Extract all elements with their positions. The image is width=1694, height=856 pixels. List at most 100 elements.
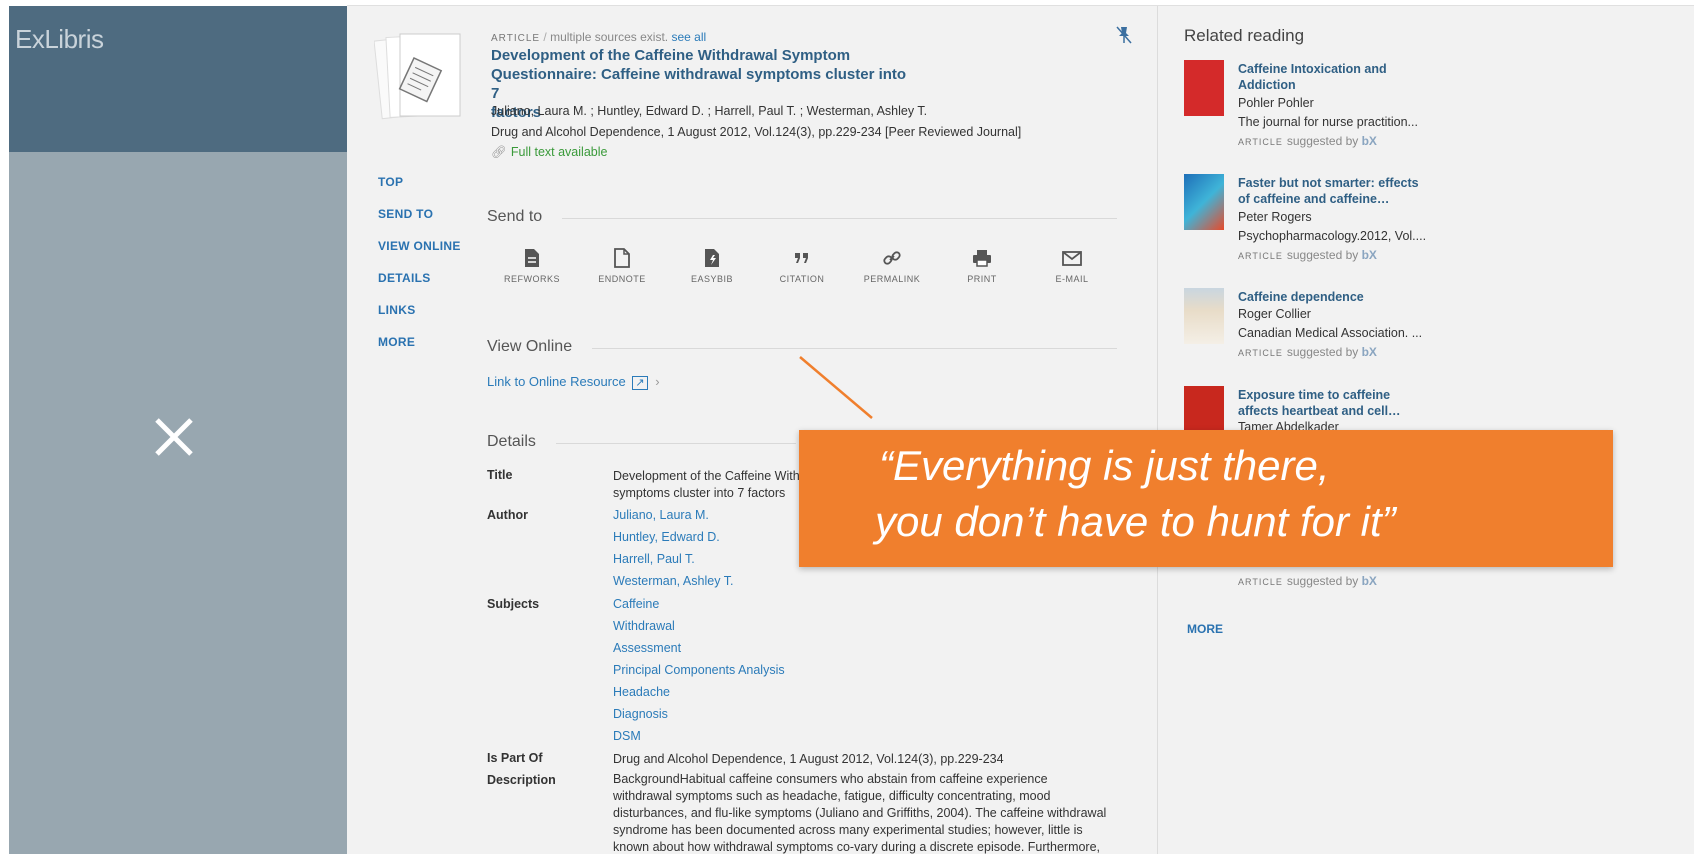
- subject-link[interactable]: Headache: [613, 685, 670, 699]
- related-title-line: Caffeine Intoxication and: [1238, 62, 1387, 76]
- subjects-label: Subjects: [487, 597, 540, 611]
- online-resource-link[interactable]: Link to Online Resource ↗ ›: [487, 374, 660, 390]
- description-line: BackgroundHabitual caffeine consumers wh…: [613, 772, 1048, 786]
- author-link[interactable]: Juliano, Laura M.: [613, 508, 709, 522]
- easybib-label: EASYBIB: [690, 274, 734, 284]
- related-item-type: ARTICLE suggested by bX: [1238, 345, 1377, 359]
- document-filled-icon: [525, 249, 539, 267]
- related-title-line: Faster but not smarter: effects: [1238, 176, 1419, 190]
- subject-link[interactable]: Assessment: [613, 641, 681, 655]
- related-title-line: Caffeine dependence: [1238, 290, 1364, 304]
- see-all-link[interactable]: see all: [671, 30, 706, 44]
- suggested-text: suggested by: [1286, 248, 1359, 262]
- pin-icon[interactable]: [1116, 26, 1132, 44]
- record-type-label: ARTICLE: [491, 33, 541, 44]
- nav-more[interactable]: MORE: [378, 335, 415, 349]
- related-type-label: ARTICLE: [1238, 577, 1283, 587]
- description-value: BackgroundHabitual caffeine consumers wh…: [613, 771, 1118, 856]
- quote-line: “Everything is just there,: [879, 442, 1330, 489]
- availability-text: Full text available: [510, 145, 608, 159]
- printer-icon: [973, 250, 991, 267]
- easybib-button[interactable]: EASYBIB: [672, 248, 752, 284]
- description-label: Description: [487, 773, 556, 787]
- overlay-backdrop[interactable]: ExLibris: [9, 6, 347, 854]
- related-title-line: of caffeine and caffeine…: [1238, 192, 1390, 206]
- record-source: Drug and Alcohol Dependence, 1 August 20…: [491, 125, 1022, 139]
- details-divider: [556, 443, 796, 444]
- endnote-label: ENDNOTE: [598, 274, 646, 284]
- is-part-of-value: Drug and Alcohol Dependence, 1 August 20…: [613, 752, 1004, 766]
- article-thumbnail-icon: [374, 33, 461, 120]
- endnote-button[interactable]: ENDNOTE: [582, 248, 662, 284]
- related-item-source: Psychopharmacology.2012, Vol....: [1238, 229, 1427, 243]
- related-reading-heading: Related reading: [1184, 26, 1305, 45]
- suggested-text: suggested by: [1286, 345, 1359, 359]
- nav-send-to[interactable]: SEND TO: [378, 207, 433, 221]
- record-title-line: Development of the Caffeine Withdrawal S…: [491, 47, 851, 64]
- related-type-label: ARTICLE: [1238, 137, 1283, 147]
- related-cover-image[interactable]: [1184, 60, 1224, 116]
- related-more-link[interactable]: MORE: [1187, 622, 1223, 636]
- bx-logo: bX: [1361, 574, 1377, 588]
- nav-top[interactable]: TOP: [378, 175, 403, 189]
- link-icon: 🔗︎: [491, 145, 507, 159]
- print-button[interactable]: PRINT: [942, 248, 1022, 284]
- citation-label: CITATION: [779, 274, 825, 284]
- related-item-title[interactable]: Faster but not smarter: effects of caffe…: [1238, 175, 1428, 207]
- related-item-source: Canadian Medical Association. ...: [1238, 326, 1423, 340]
- related-item-title[interactable]: Caffeine Intoxication and Addiction: [1238, 61, 1428, 93]
- nav-details[interactable]: DETAILS: [378, 271, 431, 285]
- description-line: disturbances, and flu-like symptoms (Jul…: [613, 806, 1107, 820]
- subject-link[interactable]: Diagnosis: [613, 707, 668, 721]
- subject-link[interactable]: Withdrawal: [613, 619, 675, 633]
- mail-icon: [1062, 251, 1082, 266]
- record-authors: Juliano, Laura M. ; Huntley, Edward D. ;…: [491, 104, 928, 118]
- refworks-button[interactable]: REFWORKS: [492, 248, 572, 284]
- permalink-button[interactable]: PERMALINK: [852, 248, 932, 284]
- subject-link[interactable]: Principal Components Analysis: [613, 663, 785, 677]
- title-value-line: Development of the Caffeine With: [613, 469, 800, 483]
- related-item-type: ARTICLE suggested by bX: [1238, 134, 1377, 148]
- description-line: syndrome has been documented across many…: [613, 823, 1083, 837]
- nav-links[interactable]: LINKS: [378, 303, 416, 317]
- subject-link[interactable]: DSM: [613, 729, 641, 743]
- record-title-line: Questionnaire: Caffeine withdrawal sympt…: [491, 66, 907, 102]
- title-value: Development of the Caffeine With symptom…: [613, 468, 800, 502]
- refworks-label: REFWORKS: [503, 274, 560, 284]
- view-online-heading: View Online: [487, 338, 573, 355]
- related-title-line: Addiction: [1238, 78, 1296, 92]
- description-line: withdrawal symptoms such as headache, fa…: [613, 789, 1051, 803]
- email-label: E-MAIL: [1055, 274, 1089, 284]
- nav-view-online[interactable]: VIEW ONLINE: [378, 239, 461, 253]
- print-label: PRINT: [967, 274, 997, 284]
- easybib-icon: [705, 249, 719, 267]
- author-label: Author: [487, 508, 528, 522]
- quote-callout: “Everything is just there, you don’t hav…: [799, 430, 1613, 567]
- chevron-right-icon: ›: [655, 374, 660, 389]
- availability-link[interactable]: 🔗︎ Full text available: [491, 145, 607, 160]
- related-item-source: The journal for nurse practition...: [1238, 115, 1418, 129]
- link-icon: [883, 251, 901, 265]
- email-button[interactable]: E-MAIL: [1032, 248, 1112, 284]
- suggested-text: suggested by: [1286, 134, 1359, 148]
- related-cover-image[interactable]: [1184, 174, 1224, 230]
- author-link[interactable]: Harrell, Paul T.: [613, 552, 695, 566]
- related-cover-image[interactable]: [1184, 288, 1224, 344]
- close-icon[interactable]: [143, 406, 205, 468]
- quote-line: you don’t have to hunt for it”: [875, 498, 1396, 545]
- description-line: known about how withdrawal symptoms co-v…: [613, 840, 1101, 854]
- bx-logo: bX: [1361, 248, 1377, 262]
- author-link[interactable]: Westerman, Ashley T.: [613, 574, 733, 588]
- related-item-title[interactable]: Caffeine dependence: [1238, 289, 1428, 305]
- related-type-label: ARTICLE: [1238, 251, 1283, 261]
- related-item-author: Pohler Pohler: [1238, 96, 1314, 110]
- subject-link[interactable]: Caffeine: [613, 597, 659, 611]
- online-resource-label: Link to Online Resource: [487, 374, 626, 389]
- author-link[interactable]: Huntley, Edward D.: [613, 530, 720, 544]
- citation-button[interactable]: CITATION: [762, 248, 842, 284]
- document-outline-icon: [614, 248, 630, 268]
- exlibris-logo: ExLibris: [15, 24, 104, 54]
- related-item-author: Peter Rogers: [1238, 210, 1312, 224]
- related-item-title[interactable]: Exposure time to caffeine affects heartb…: [1238, 387, 1428, 419]
- related-type-label: ARTICLE: [1238, 348, 1283, 358]
